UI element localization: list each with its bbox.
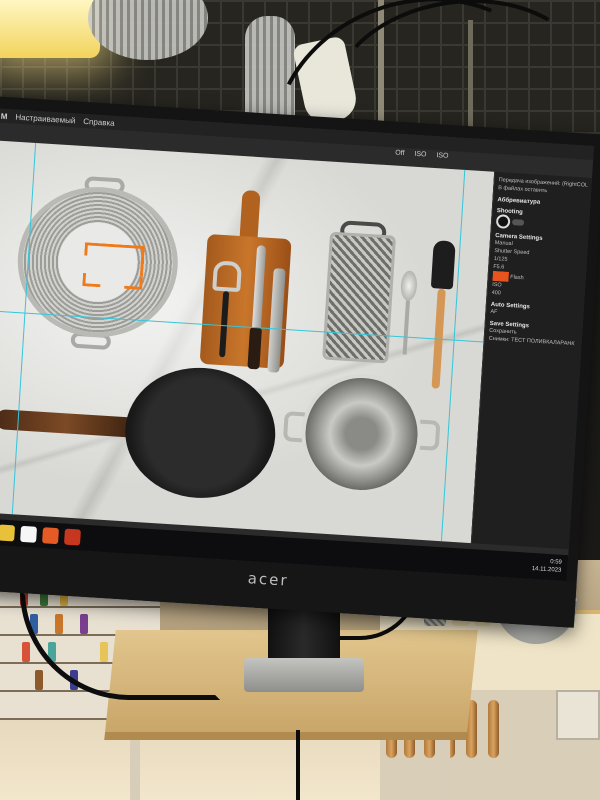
peeler	[208, 260, 243, 358]
menu-item-custom[interactable]: Настраиваемый	[15, 112, 75, 125]
toggle-icon[interactable]	[511, 219, 524, 226]
toolbar-item-iso-2[interactable]: ISO	[436, 152, 448, 160]
menu-item-help[interactable]: Справка	[83, 116, 115, 127]
live-view-canvas[interactable]	[0, 140, 495, 544]
screen: M Настраиваемый Справка Off ISO ISO Пере…	[0, 108, 595, 582]
capture-button-icon[interactable]	[495, 214, 511, 229]
table-leg	[130, 740, 140, 800]
pan-handle	[0, 409, 137, 438]
panel-section-heading[interactable]: Аббревиатура	[497, 197, 586, 209]
monitor-cable	[296, 730, 300, 800]
taskbar-clock[interactable]: 0:59 14.11.2023	[532, 557, 563, 575]
app-logo[interactable]: M	[1, 111, 8, 120]
ceiling-light	[0, 0, 100, 58]
frying-pan	[121, 363, 280, 503]
capture-app-icon[interactable]	[63, 528, 81, 546]
drawer	[556, 690, 600, 740]
toolbar-item-off[interactable]: Off	[395, 150, 405, 158]
monitor: M Настраиваемый Справка Off ISO ISO Пере…	[0, 96, 600, 628]
capture-toolbar: Off ISO ISO	[395, 150, 449, 160]
box-grater	[322, 231, 397, 364]
clock-date: 14.11.2023	[531, 565, 562, 574]
app-icon[interactable]	[42, 527, 59, 545]
monitor-stand-base	[244, 658, 364, 692]
saucepan-with-lid	[297, 370, 426, 498]
panel-text: Flash	[509, 274, 524, 282]
spoon	[397, 270, 418, 355]
table-leg	[440, 740, 450, 800]
browser-icon[interactable]	[20, 525, 38, 543]
toolbar-item-iso[interactable]: ISO	[414, 151, 426, 159]
folder-icon[interactable]	[0, 524, 16, 542]
guide-line-vertical[interactable]	[11, 142, 37, 515]
